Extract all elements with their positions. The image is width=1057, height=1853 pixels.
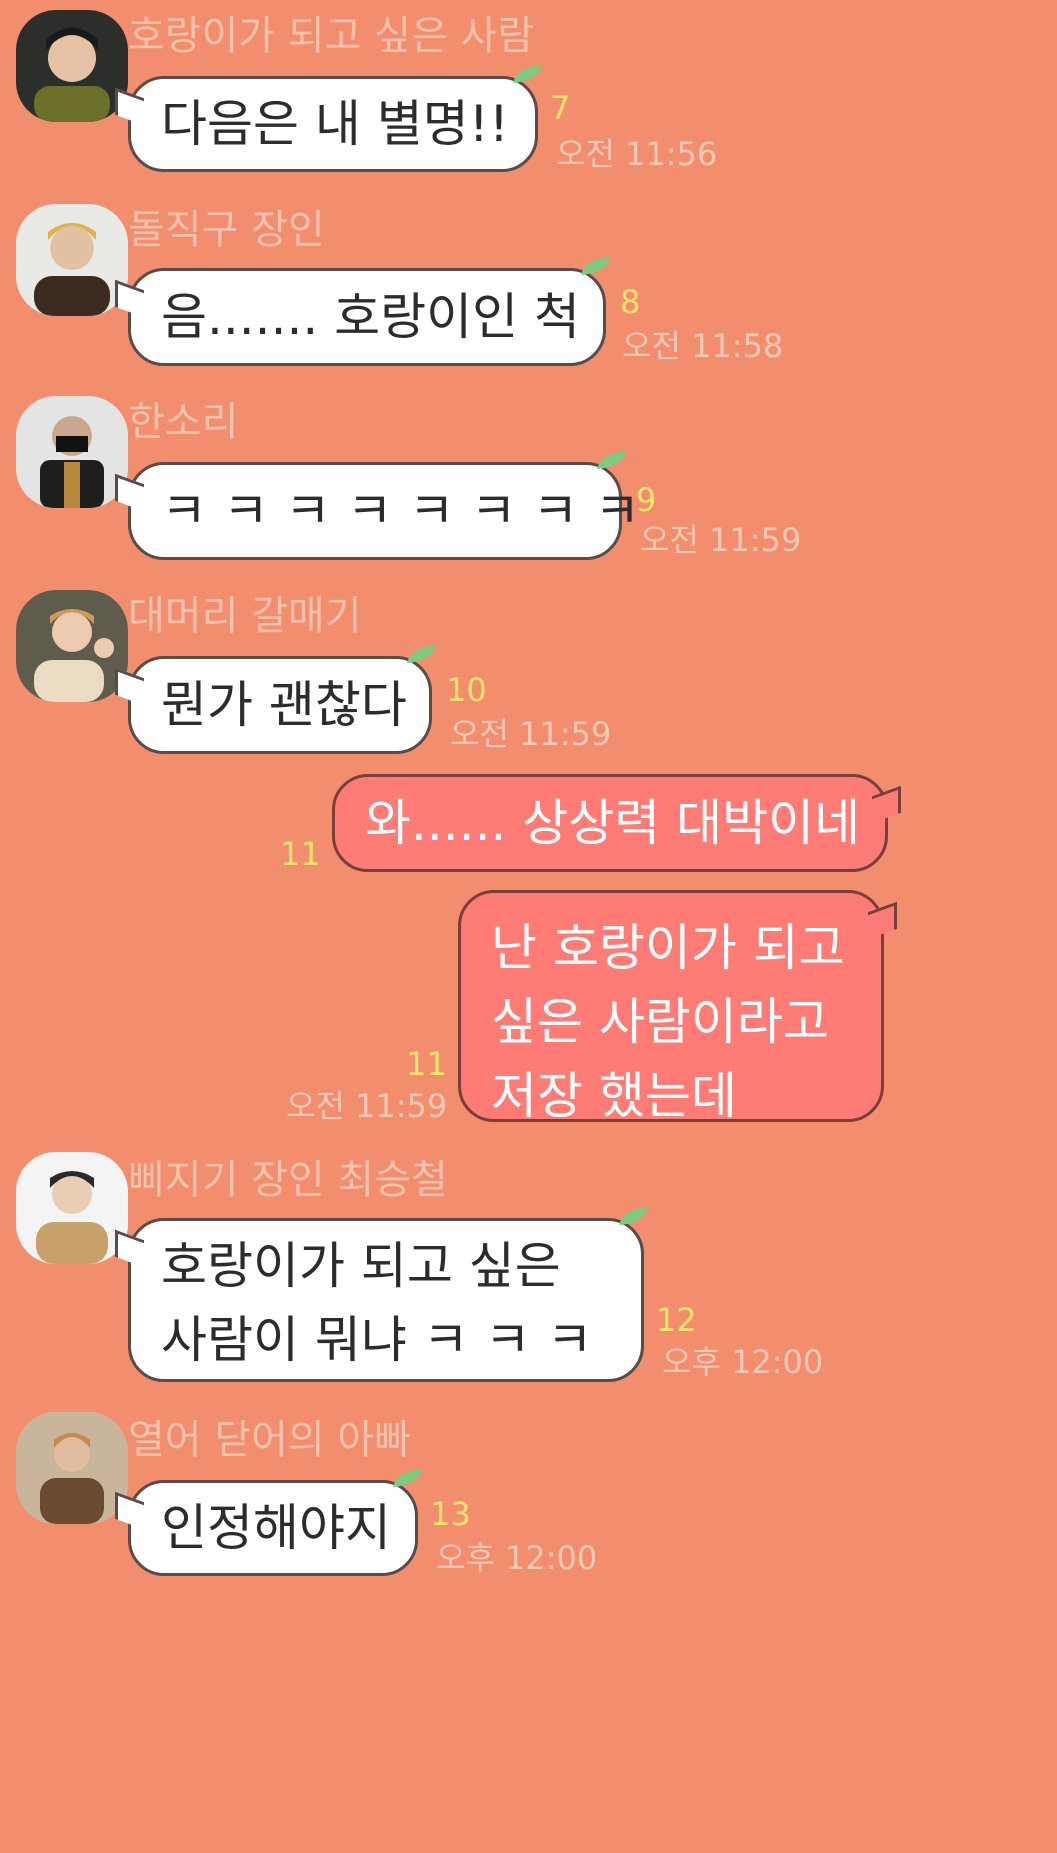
timestamp: 오전 11:59 xyxy=(286,1087,448,1125)
avatar[interactable] xyxy=(16,590,128,702)
timestamp: 오전 11:58 xyxy=(622,327,784,365)
sender-name: 삐지기 장인 최승철 xyxy=(128,1157,448,1203)
message-text-line: 싶은 사람이라고 xyxy=(491,993,829,1051)
message-text-line: 난 호랑이가 되고 xyxy=(491,919,845,977)
profile-photo xyxy=(16,204,128,316)
message-bubble-outgoing[interactable]: 와...... 상상력 대박이네 xyxy=(332,774,901,872)
leaf-icon xyxy=(619,1207,649,1225)
sender-name: 호랑이가 되고 싶은 사람 xyxy=(128,13,535,59)
leaf-icon xyxy=(407,645,437,663)
leaf-icon xyxy=(393,1469,423,1487)
message-text: 다음은 내 별명!! xyxy=(161,95,509,153)
bubble-tail xyxy=(115,1229,144,1268)
unread-count: 8 xyxy=(620,283,641,321)
bubble-tail xyxy=(868,901,897,940)
timestamp: 오전 11:56 xyxy=(556,135,718,173)
message-bubble[interactable]: 호랑이가 되고 싶은 사람이 뭐냐 ㅋ ㅋ ㅋ xyxy=(115,1207,649,1382)
sender-name: 열어 닫어의 아빠 xyxy=(128,1417,412,1463)
sender-name: 돌직구 장인 xyxy=(128,207,325,253)
message-bubble-outgoing[interactable]: 난 호랑이가 되고 싶은 사람이라고 저장 했는데 xyxy=(458,890,897,1125)
unread-count: 7 xyxy=(550,89,571,127)
timestamp: 오후 12:00 xyxy=(436,1539,598,1577)
message-text: 와...... 상상력 대박이네 xyxy=(365,794,861,852)
timestamp: 오전 11:59 xyxy=(450,715,612,753)
message-text-line: 사람이 뭐냐 ㅋ ㅋ ㅋ xyxy=(161,1311,593,1369)
avatar[interactable] xyxy=(16,204,128,316)
bubble-tail xyxy=(115,1491,144,1530)
message-text-line: 저장 했는데 xyxy=(491,1067,737,1125)
message-text: ㅋ ㅋ ㅋ ㅋ ㅋ ㅋ ㅋ ㅋ xyxy=(161,482,641,540)
bubble-tail xyxy=(115,667,144,706)
avatar[interactable] xyxy=(16,396,128,508)
sender-name: 한소리 xyxy=(128,399,239,445)
bubble-tail xyxy=(115,279,144,318)
unread-count: 11 xyxy=(280,835,321,873)
bubble-tail xyxy=(115,87,144,126)
bubble-tail xyxy=(872,785,901,824)
unread-count: 10 xyxy=(446,671,487,709)
bubble-tail xyxy=(115,473,144,512)
message-bubble[interactable]: 다음은 내 별명!! xyxy=(115,65,543,172)
message-bubble[interactable]: 뭔가 괜찮다 xyxy=(115,645,437,754)
message-bubble[interactable]: ㅋ ㅋ ㅋ ㅋ ㅋ ㅋ ㅋ ㅋ xyxy=(115,451,640,560)
profile-photo xyxy=(16,1412,128,1524)
profile-photo xyxy=(16,10,128,122)
profile-photo xyxy=(16,1152,128,1264)
timestamp: 오후 12:00 xyxy=(662,1343,824,1381)
message-bubble[interactable]: 음....... 호랑이인 척 xyxy=(115,257,611,366)
leaf-icon xyxy=(581,257,611,275)
avatar[interactable] xyxy=(16,1412,128,1524)
avatar[interactable] xyxy=(16,1152,128,1264)
leaf-icon xyxy=(513,65,543,83)
profile-photo xyxy=(16,590,128,702)
avatar[interactable] xyxy=(16,10,128,122)
chat-room: 호랑이가 되고 싶은 사람 다음은 내 별명!! 7 오전 11:56 돌직구 … xyxy=(0,0,1057,1853)
unread-count: 11 xyxy=(406,1045,447,1083)
message-text: 음....... 호랑이인 척 xyxy=(161,288,581,346)
leaf-icon xyxy=(597,451,627,469)
unread-count: 13 xyxy=(430,1495,471,1533)
message-text-line: 호랑이가 되고 싶은 xyxy=(161,1237,561,1295)
profile-photo xyxy=(16,396,128,508)
unread-count: 9 xyxy=(636,481,657,519)
unread-count: 12 xyxy=(656,1301,697,1339)
timestamp: 오전 11:59 xyxy=(640,521,802,559)
message-text: 인정해야지 xyxy=(161,1499,391,1557)
sender-name: 대머리 갈매기 xyxy=(128,593,362,639)
message-text: 뭔가 괜찮다 xyxy=(161,676,407,734)
message-bubble[interactable]: 인정해야지 xyxy=(115,1469,423,1576)
